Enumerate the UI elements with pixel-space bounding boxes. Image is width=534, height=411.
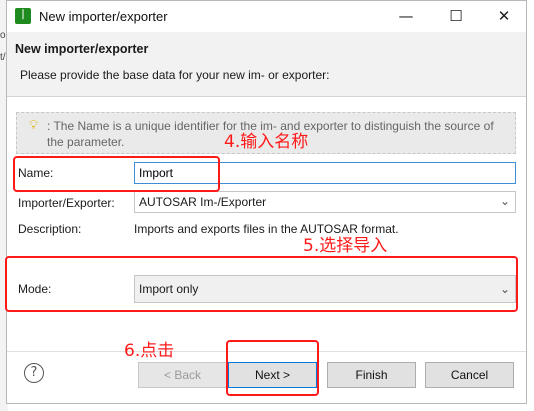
help-icon[interactable]: ? (24, 363, 44, 383)
bg-text: t/ (0, 52, 6, 63)
importer-exporter-select[interactable]: AUTOSAR Im-/Exporter ⌄ (134, 191, 516, 213)
annotation-box-next (226, 340, 319, 396)
annotation-box-mode (5, 256, 518, 312)
annotation-step6: 6.点击 (124, 341, 175, 361)
page-description: Please provide the base data for your ne… (20, 68, 330, 82)
importer-exporter-value: AUTOSAR Im-/Exporter (139, 195, 267, 209)
annotation-box-name (13, 156, 220, 192)
maximize-button[interactable]: ☐ (434, 4, 478, 28)
minimize-button[interactable]: — (384, 4, 428, 28)
description-label: Description: (18, 222, 82, 236)
page-title: New importer/exporter (15, 42, 149, 56)
importer-exporter-label: Importer/Exporter: (18, 196, 115, 210)
finish-button[interactable]: Finish (327, 362, 416, 388)
back-button[interactable]: < Back (138, 362, 227, 388)
app-icon: ꒐ (15, 8, 31, 24)
wizard-header: New importer/exporter Please provide the… (7, 32, 526, 97)
chevron-down-icon: ⌄ (499, 194, 510, 208)
close-button[interactable]: ✕ (482, 4, 526, 28)
title-bar[interactable]: ꒐ New importer/exporter — ☐ ✕ (7, 1, 526, 32)
annotation-step4: 4.输入名称 (224, 132, 309, 152)
annotation-step5: 5.选择导入 (303, 236, 388, 256)
window-title: New importer/exporter (39, 9, 168, 24)
cancel-button[interactable]: Cancel (425, 362, 514, 388)
lightbulb-icon: 💡︎ (29, 118, 39, 133)
